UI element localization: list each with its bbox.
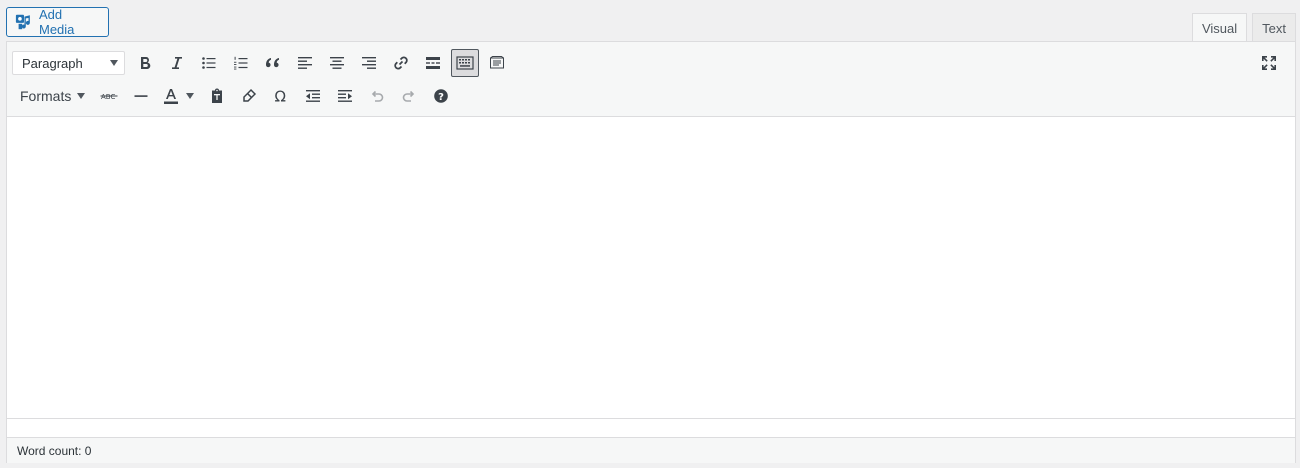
align-right-button[interactable] <box>355 49 383 77</box>
bullet-list-icon <box>201 55 217 71</box>
formats-dropdown[interactable]: Formats <box>12 82 89 110</box>
outdent-button[interactable] <box>299 82 327 110</box>
bold-icon <box>137 55 153 71</box>
undo-button[interactable] <box>363 82 391 110</box>
align-left-icon <box>297 55 313 71</box>
clear-formatting-icon <box>241 88 257 104</box>
align-center-button[interactable] <box>323 49 351 77</box>
numbered-list-icon <box>233 55 249 71</box>
editor-toolbar: Paragraph Formats ABC Ω ? <box>7 42 1295 117</box>
indent-icon <box>337 88 353 104</box>
bullet-list-button[interactable] <box>195 49 223 77</box>
strikethrough-button[interactable]: ABC <box>95 82 123 110</box>
chevron-down-icon <box>110 60 118 66</box>
block-format-value: Paragraph <box>22 55 83 71</box>
fullscreen-icon <box>1261 55 1277 71</box>
add-media-button[interactable]: Add Media <box>6 7 109 37</box>
editor-content-area[interactable] <box>7 117 1295 418</box>
distraction-free-icon <box>489 55 505 71</box>
read-more-icon <box>425 55 441 71</box>
horizontal-line-button[interactable] <box>127 82 155 110</box>
chevron-down-icon <box>186 93 195 99</box>
help-icon: ? <box>433 88 449 104</box>
svg-text:?: ? <box>438 92 444 103</box>
editor-statusbar: Word count: 0 <box>7 437 1295 463</box>
toolbar-row-2: Formats ABC Ω ? <box>12 80 459 112</box>
text-color-dropdown[interactable] <box>183 82 197 110</box>
italic-icon <box>169 55 185 71</box>
toolbar-toggle-icon <box>456 55 474 71</box>
text-color-control <box>159 82 197 110</box>
add-media-label: Add Media <box>39 7 75 37</box>
text-color-button[interactable] <box>159 82 183 110</box>
distraction-free-button[interactable] <box>483 49 511 77</box>
toolbar-row-1: Paragraph <box>12 47 515 79</box>
outdent-icon <box>305 88 321 104</box>
fullscreen-button[interactable] <box>1255 49 1283 77</box>
link-button[interactable] <box>387 49 415 77</box>
numbered-list-button[interactable] <box>227 49 255 77</box>
tab-text[interactable]: Text <box>1252 13 1296 42</box>
paste-as-text-button[interactable] <box>203 82 231 110</box>
align-left-button[interactable] <box>291 49 319 77</box>
align-center-icon <box>329 55 345 71</box>
tab-visual[interactable]: Visual <box>1191 13 1248 43</box>
horizontal-line-icon <box>133 88 149 104</box>
help-button[interactable]: ? <box>427 82 455 110</box>
undo-icon <box>369 88 385 104</box>
indent-button[interactable] <box>331 82 359 110</box>
editor: Paragraph Formats ABC Ω ? Word count: 0 <box>6 41 1296 463</box>
blockquote-button[interactable] <box>259 49 287 77</box>
svg-text:Ω: Ω <box>275 88 286 104</box>
special-character-icon: Ω <box>273 88 289 104</box>
editor-bottom-area <box>7 418 1295 437</box>
block-format-select[interactable]: Paragraph <box>12 51 125 75</box>
toolbar-toggle-button[interactable] <box>451 49 479 77</box>
special-character-button[interactable]: Ω <box>267 82 295 110</box>
formats-label: Formats <box>20 88 72 104</box>
blockquote-icon <box>265 55 281 71</box>
align-right-icon <box>361 55 377 71</box>
svg-text:ABC: ABC <box>101 93 115 101</box>
redo-button[interactable] <box>395 82 423 110</box>
media-icon <box>15 13 33 31</box>
text-color-icon <box>162 87 180 105</box>
strikethrough-icon: ABC <box>100 90 118 102</box>
clear-formatting-button[interactable] <box>235 82 263 110</box>
bold-button[interactable] <box>131 49 159 77</box>
paste-as-text-icon <box>209 88 225 104</box>
italic-button[interactable] <box>163 49 191 77</box>
read-more-button[interactable] <box>419 49 447 77</box>
link-icon <box>392 54 410 72</box>
word-count: Word count: 0 <box>17 443 92 458</box>
editor-tabs: Visual Text <box>1187 13 1296 43</box>
chevron-down-icon <box>77 93 86 99</box>
redo-icon <box>401 88 417 104</box>
